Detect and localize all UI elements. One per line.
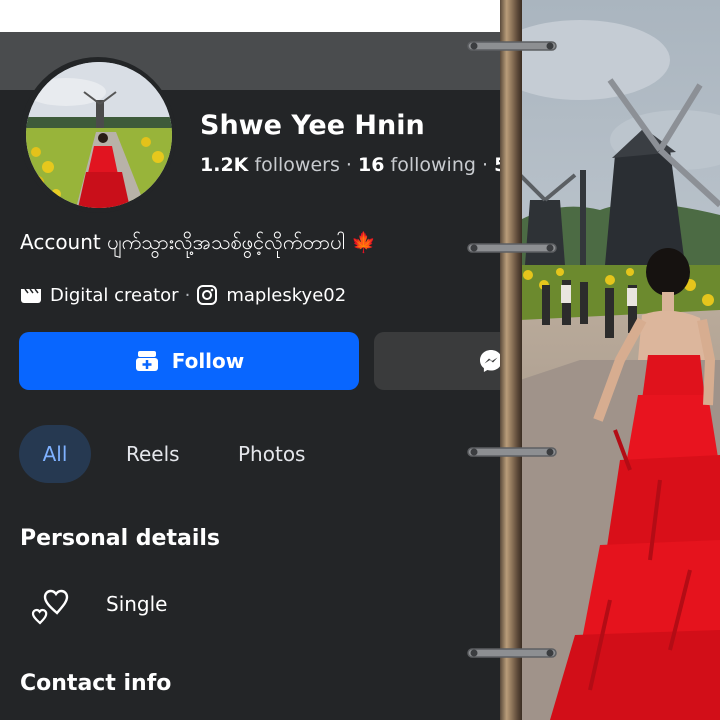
instagram-icon[interactable] [196, 284, 218, 306]
binder-ring-icon [466, 645, 558, 659]
profile-name: Shwe Yee Hnin [200, 110, 425, 141]
top-margin [0, 0, 505, 32]
relationship-row [30, 586, 74, 630]
category-label: Digital creator [50, 284, 179, 306]
tab-photos[interactable]: Photos [238, 425, 305, 483]
add-friend-icon [134, 349, 160, 373]
relationship-status: Single [106, 592, 168, 616]
profile-stats: 1.2K followers · 16 following · 5 [200, 154, 507, 176]
stats-separator: · [345, 154, 359, 176]
following-label[interactable]: following [391, 154, 476, 176]
profile-meta: Digital creator · mapleskye02 [20, 284, 346, 306]
meta-separator: · [184, 284, 191, 306]
contact-info-heading: Contact info [20, 671, 172, 696]
binder-ring-icon [466, 38, 558, 52]
avatar[interactable] [26, 62, 172, 208]
maple-leaf-emoji: 🍁 [351, 230, 377, 254]
featured-photo [520, 0, 720, 720]
instagram-handle[interactable]: mapleskye02 [226, 285, 346, 306]
tab-reels[interactable]: Reels [126, 425, 180, 483]
personal-details-heading: Personal details [20, 526, 221, 551]
follow-label: Follow [171, 349, 245, 373]
stats-separator: · [481, 154, 495, 176]
binder-spine [500, 0, 522, 720]
tab-all[interactable]: All [19, 425, 91, 483]
hearts-icon [30, 586, 74, 630]
follow-button[interactable]: Follow [19, 332, 359, 390]
followers-count[interactable]: 1.2K [200, 154, 248, 176]
bio-text: Account ပျက်သွားလို့အသစ်ဖွင့်လိုက်တာပါ [20, 230, 345, 254]
followers-label[interactable]: followers [254, 154, 339, 176]
clapperboard-icon [20, 286, 42, 304]
binder-ring-icon [466, 240, 558, 254]
profile-bio: Account ပျက်သွားလို့အသစ်ဖွင့်လိုက်တာပါ 🍁 [20, 229, 376, 259]
following-count[interactable]: 16 [358, 154, 384, 176]
binder-ring-icon [466, 444, 558, 458]
